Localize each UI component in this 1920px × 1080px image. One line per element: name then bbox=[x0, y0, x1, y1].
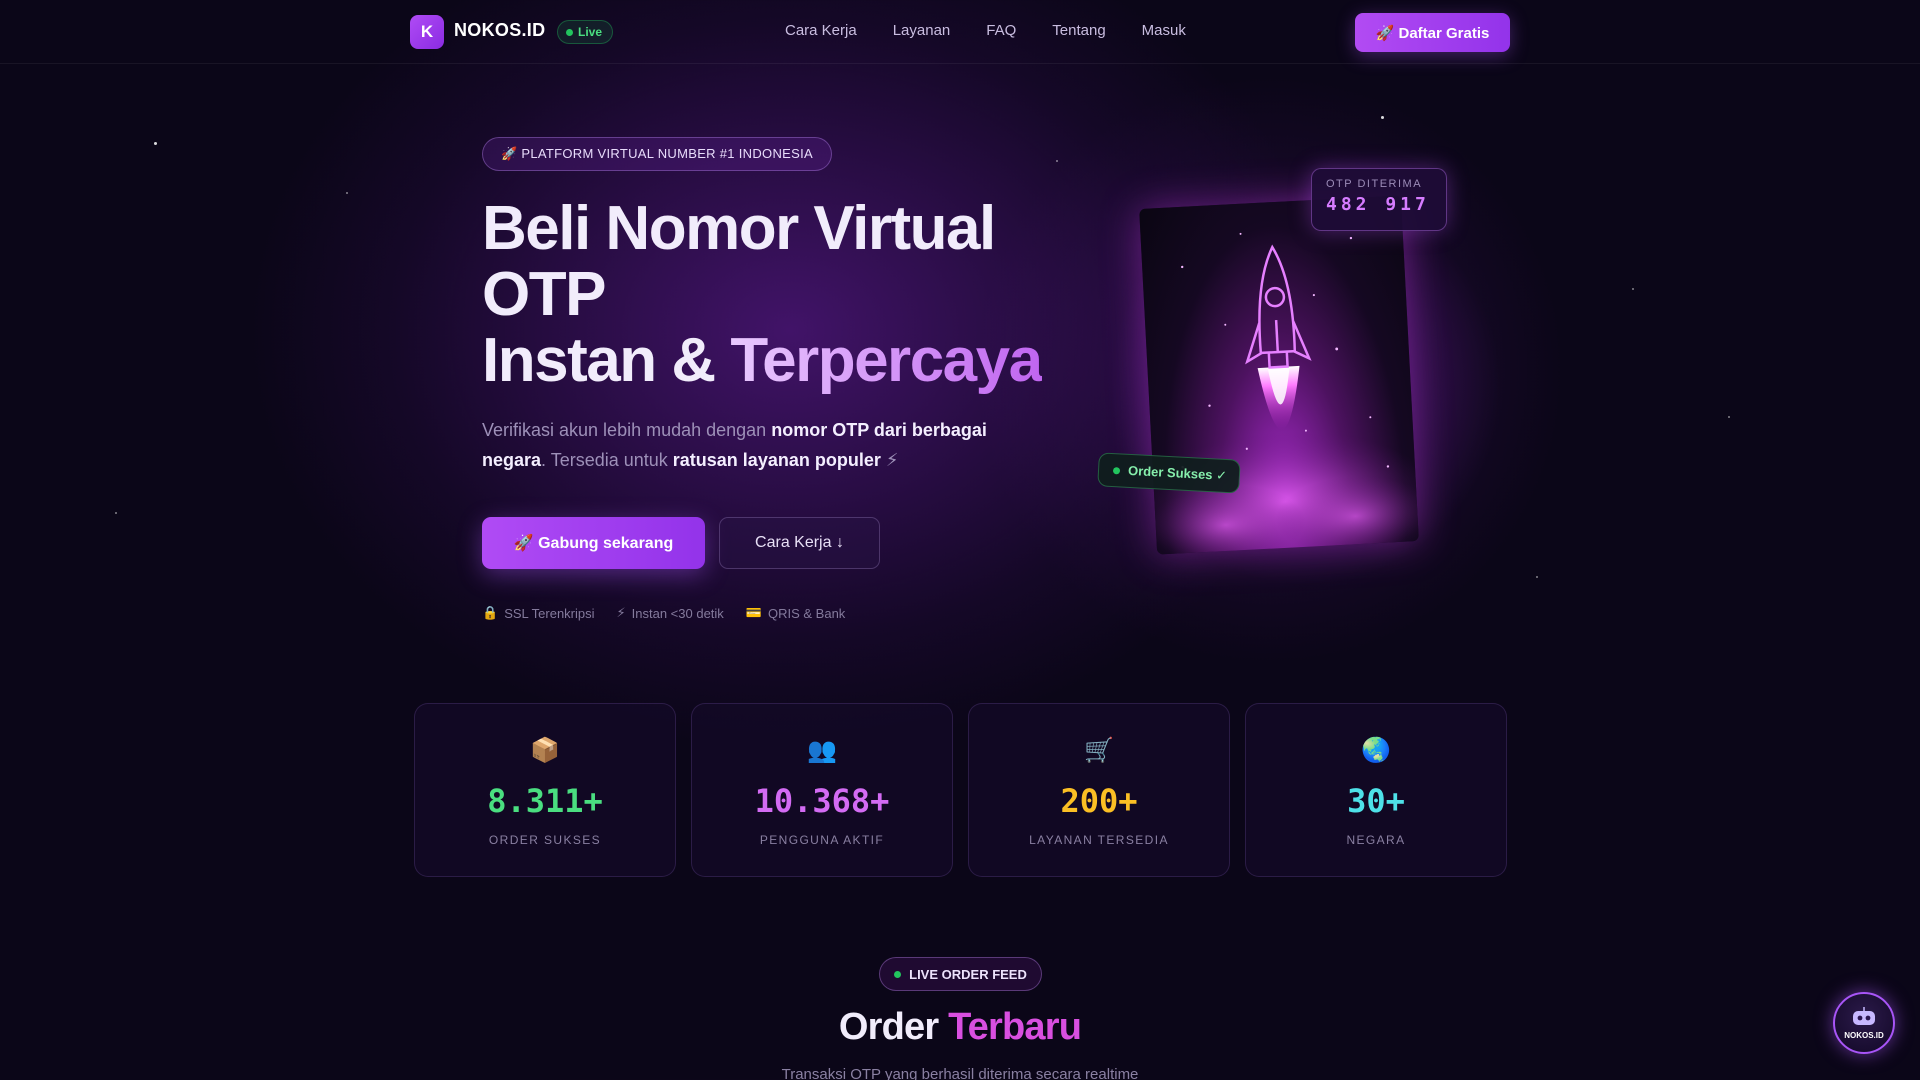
star-decoration bbox=[1381, 116, 1384, 119]
order-success-label: Order Sukses ✓ bbox=[1127, 462, 1228, 484]
hero-subtitle-part2: . Tersedia untuk bbox=[541, 450, 673, 470]
chat-assistant-label: NOKOS.ID bbox=[1844, 1030, 1884, 1040]
star-decoration bbox=[1056, 160, 1058, 162]
rocket-illustration bbox=[1139, 195, 1419, 555]
live-dot-icon bbox=[566, 28, 573, 36]
stat-card-services: 🛒 200+ LAYANAN TERSEDIA bbox=[968, 703, 1230, 877]
stat-label: ORDER SUKSES bbox=[488, 833, 602, 847]
register-free-button[interactable]: 🚀 Daftar Gratis bbox=[1355, 13, 1510, 52]
brand-name[interactable]: NOKOS.ID bbox=[454, 20, 545, 41]
stat-label: LAYANAN TERSEDIA bbox=[1029, 833, 1169, 847]
success-dot-icon bbox=[1112, 466, 1121, 474]
trust-label: Instan <30 detik bbox=[631, 605, 724, 621]
stat-card-countries: 🌏 30+ NEGARA bbox=[1245, 703, 1507, 877]
star-decoration bbox=[115, 512, 117, 514]
trust-label: QRIS & Bank bbox=[768, 605, 846, 621]
live-label: Live bbox=[578, 25, 603, 39]
hero-title-line1: Beli Nomor Virtual bbox=[482, 194, 996, 263]
nav-links: Cara Kerja Layanan FAQ Tentang Masuk bbox=[785, 22, 1186, 39]
star-decoration bbox=[1728, 416, 1730, 418]
otp-received-card: OTP DITERIMA 482 917 bbox=[1311, 168, 1447, 231]
cart-icon: 🛒 bbox=[1084, 737, 1114, 764]
hero-title-amp: & bbox=[655, 326, 731, 395]
section-title-b: Terbaru bbox=[948, 1006, 1082, 1048]
hero-title-terpercaya: Terpercaya bbox=[730, 326, 1043, 395]
credit-card-icon: 💳 bbox=[745, 605, 762, 620]
star-decoration bbox=[346, 192, 348, 194]
stat-value: 30+ bbox=[1347, 782, 1405, 820]
lock-icon: 🔒 bbox=[482, 605, 499, 620]
brand-logo[interactable]: K bbox=[410, 15, 444, 49]
lightning-icon: ⚡ bbox=[880, 450, 899, 470]
trust-item-ssl: 🔒 SSL Terenkripsi bbox=[482, 605, 595, 621]
live-order-feed-label: LIVE ORDER FEED bbox=[909, 966, 1027, 982]
platform-badge: 🚀 PLATFORM VIRTUAL NUMBER #1 INDONESIA bbox=[482, 137, 832, 171]
brand-logo-letter: K bbox=[420, 22, 434, 41]
trust-item-payment: 💳 QRIS & Bank bbox=[746, 605, 846, 621]
join-now-button[interactable]: 🚀 Gabung sekarang bbox=[482, 517, 705, 569]
otp-code: 482 917 bbox=[1326, 194, 1430, 215]
stat-value: 10.368+ bbox=[754, 782, 890, 820]
package-icon: 📦 bbox=[530, 737, 560, 764]
otp-label: OTP DITERIMA bbox=[1326, 178, 1423, 190]
live-order-feed-badge: LIVE ORDER FEED bbox=[879, 957, 1042, 991]
section-title: Order Terbaru bbox=[0, 1006, 1920, 1049]
nav-link-cara-kerja[interactable]: Cara Kerja bbox=[785, 22, 857, 39]
nav-link-faq[interactable]: FAQ bbox=[986, 22, 1016, 39]
star-decoration bbox=[1536, 576, 1538, 578]
stat-value: 200+ bbox=[1060, 782, 1138, 820]
trust-label: SSL Terenkripsi bbox=[504, 605, 595, 621]
section-title-a: Order bbox=[838, 1006, 949, 1048]
star-decoration bbox=[154, 142, 157, 145]
how-it-works-button[interactable]: Cara Kerja ↓ bbox=[719, 517, 880, 569]
live-dot-icon bbox=[894, 970, 902, 978]
order-success-badge: Order Sukses ✓ bbox=[1097, 452, 1241, 494]
hero-title-line2: OTP bbox=[482, 260, 606, 329]
stat-card-users: 👥 10.368+ PENGGUNA AKTIF bbox=[691, 703, 953, 877]
stat-value: 8.311+ bbox=[487, 782, 603, 820]
chat-assistant-button[interactable]: NOKOS.ID bbox=[1833, 992, 1895, 1054]
hero-subtitle-bold2: ratusan layanan populer bbox=[672, 450, 881, 470]
stat-card-orders: 📦 8.311+ ORDER SUKSES bbox=[414, 703, 676, 877]
trust-indicators: 🔒 SSL Terenkripsi ⚡ Instan <30 detik 💳 QRIS… bbox=[482, 605, 845, 621]
trust-item-speed: ⚡ Instan <30 detik bbox=[617, 605, 724, 621]
star-decoration bbox=[1632, 288, 1634, 290]
hero-subtitle-part1: Verifikasi akun lebih mudah dengan bbox=[482, 420, 772, 440]
rocket-icon bbox=[1139, 232, 1419, 555]
stat-label: NEGARA bbox=[1346, 833, 1406, 847]
nav-link-layanan[interactable]: Layanan bbox=[893, 22, 951, 39]
stat-label: PENGGUNA AKTIF bbox=[759, 833, 885, 847]
live-status-badge: Live bbox=[557, 20, 614, 44]
hero-title-instan: Instan bbox=[482, 326, 657, 395]
users-icon: 👥 bbox=[807, 737, 837, 764]
section-subtitle: Transaksi OTP yang berhasil diterima sec… bbox=[781, 1066, 1139, 1080]
robot-icon bbox=[1853, 1006, 1875, 1025]
nav-link-masuk[interactable]: Masuk bbox=[1142, 22, 1186, 39]
hero-subtitle: Verifikasi akun lebih mudah dengan nomor… bbox=[482, 415, 1022, 475]
lightning-icon: ⚡ bbox=[616, 605, 626, 620]
globe-icon: 🌏 bbox=[1361, 737, 1391, 764]
hero-title: Beli Nomor Virtual OTP Instan & Terperca… bbox=[482, 194, 1043, 395]
top-navbar: K NOKOS.ID Live Cara Kerja Layanan FAQ T… bbox=[0, 0, 1920, 64]
nav-link-tentang[interactable]: Tentang bbox=[1052, 22, 1105, 39]
